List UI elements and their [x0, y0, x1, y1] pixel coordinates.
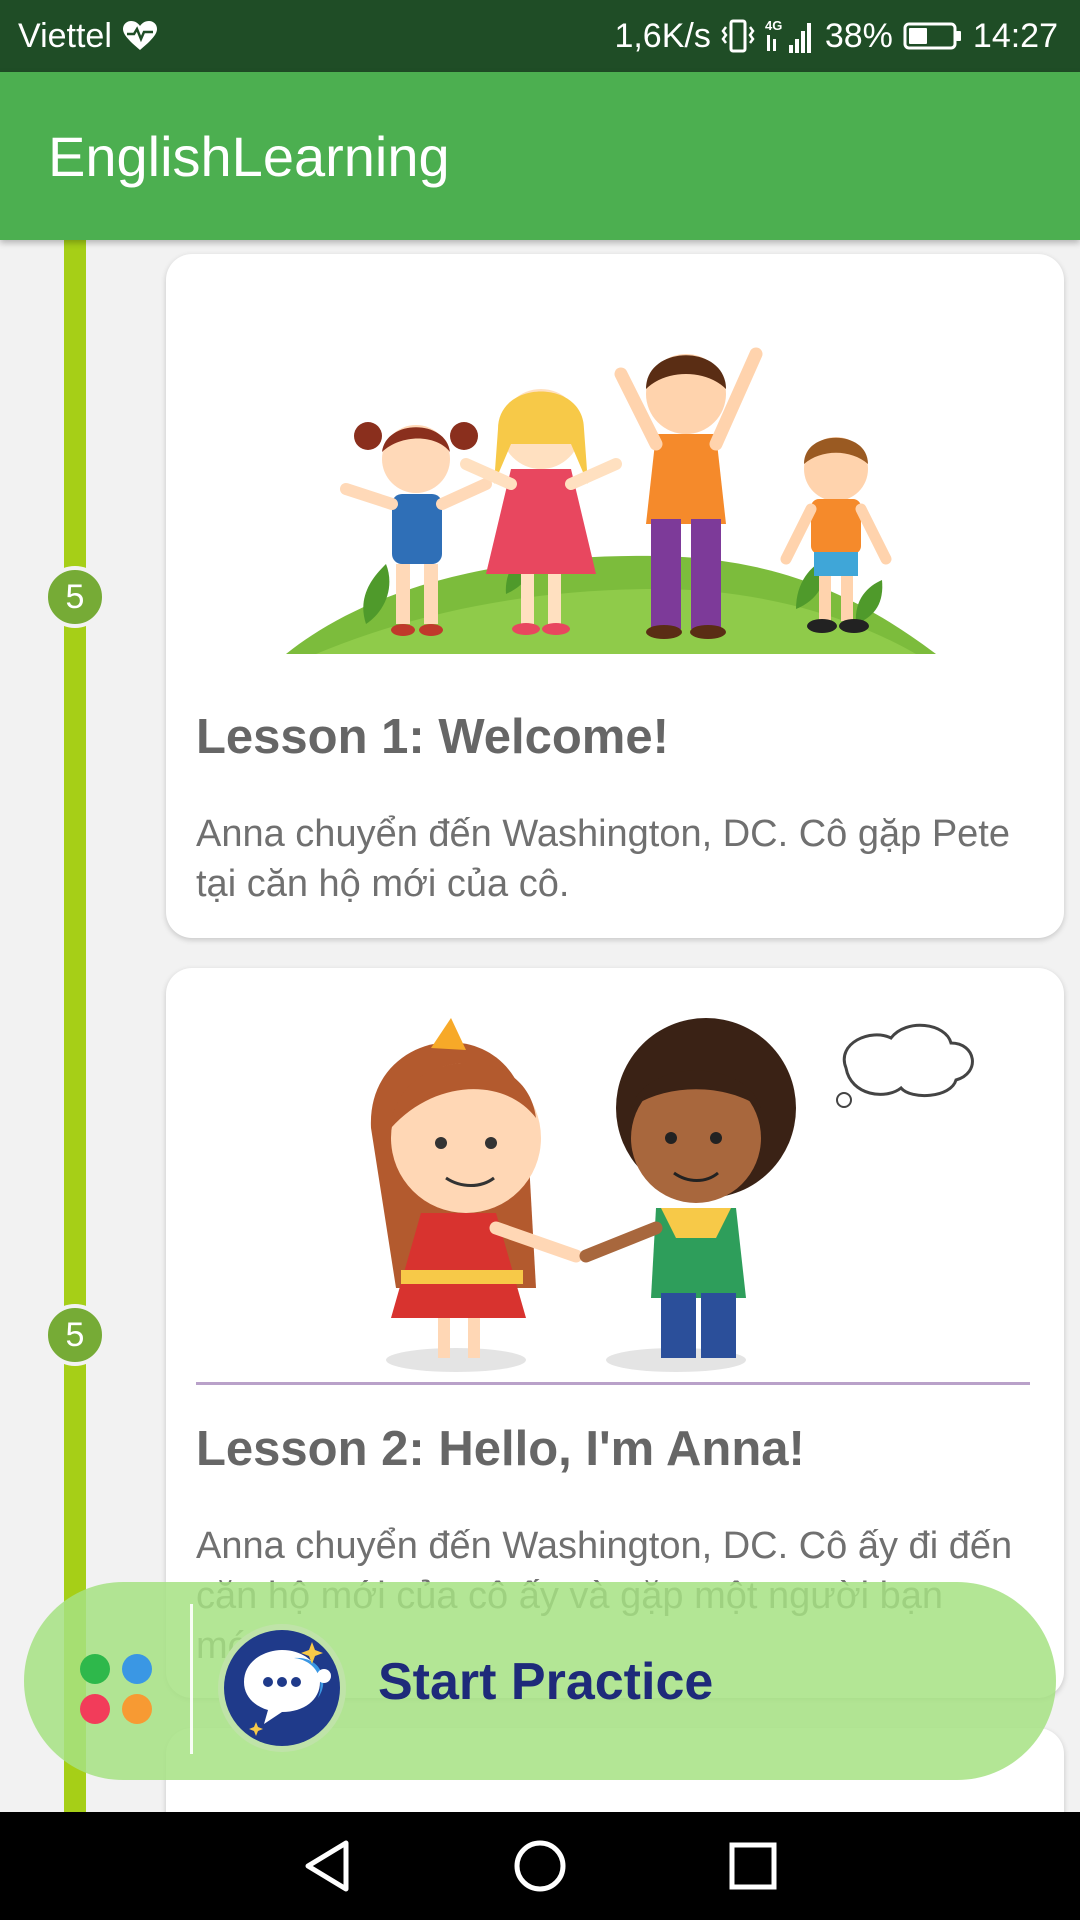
app-bar: EnglishLearning: [0, 72, 1080, 240]
navigation-bar: [0, 1812, 1080, 1920]
card-divider: [196, 1382, 1030, 1385]
lesson-2-badge: 5: [44, 1304, 106, 1366]
lesson-list[interactable]: 5 5 Lesson 1: Welcome! Anna chuyển đến W…: [0, 240, 1080, 1812]
dot-blue: [122, 1654, 152, 1684]
signal-icon: 4G: [765, 17, 815, 55]
status-bar: Viettel 1,6K/s 4G 38% 14:27: [0, 0, 1080, 72]
back-triangle-icon[interactable]: [297, 1836, 357, 1896]
dot-orange: [122, 1694, 152, 1724]
timeline-line: [64, 240, 86, 1812]
vibrate-icon: [721, 18, 755, 54]
recents-square-icon[interactable]: [723, 1836, 783, 1896]
lesson-1-title: Lesson 1: Welcome!: [196, 710, 669, 764]
status-right: 1,6K/s 4G 38% 14:27: [614, 17, 1058, 56]
home-circle-icon[interactable]: [510, 1836, 570, 1896]
svg-text:4G: 4G: [765, 18, 782, 33]
lesson-1-badge: 5: [44, 566, 106, 628]
lesson-2-title: Lesson 2: Hello, I'm Anna!: [196, 1422, 805, 1476]
lesson-card-1[interactable]: Lesson 1: Welcome! Anna chuyển đến Washi…: [166, 254, 1064, 938]
lesson-1-description: Anna chuyển đến Washington, DC. Cô gặp P…: [196, 813, 1010, 905]
start-practice-label[interactable]: Start Practice: [378, 1652, 713, 1712]
dot-green: [80, 1654, 110, 1684]
network-speed: 1,6K/s: [614, 16, 711, 55]
heart-pulse-icon: [122, 20, 158, 52]
clock: 14:27: [972, 16, 1058, 55]
handshake-illustration: [370, 1018, 974, 1372]
battery-percent: 38%: [824, 16, 893, 55]
app-title: EnglishLearning: [48, 124, 450, 188]
practice-separator: [190, 1604, 193, 1754]
battery-icon: [903, 21, 963, 51]
carrier-label: Viettel: [18, 16, 112, 55]
kids-illustration: [286, 347, 936, 654]
apps-dots-icon[interactable]: [80, 1654, 170, 1734]
chat-moon-logo-icon[interactable]: [214, 1620, 350, 1756]
dot-red: [80, 1694, 110, 1724]
start-practice-bar[interactable]: Start Practice: [24, 1582, 1056, 1780]
status-left: Viettel: [18, 17, 158, 56]
